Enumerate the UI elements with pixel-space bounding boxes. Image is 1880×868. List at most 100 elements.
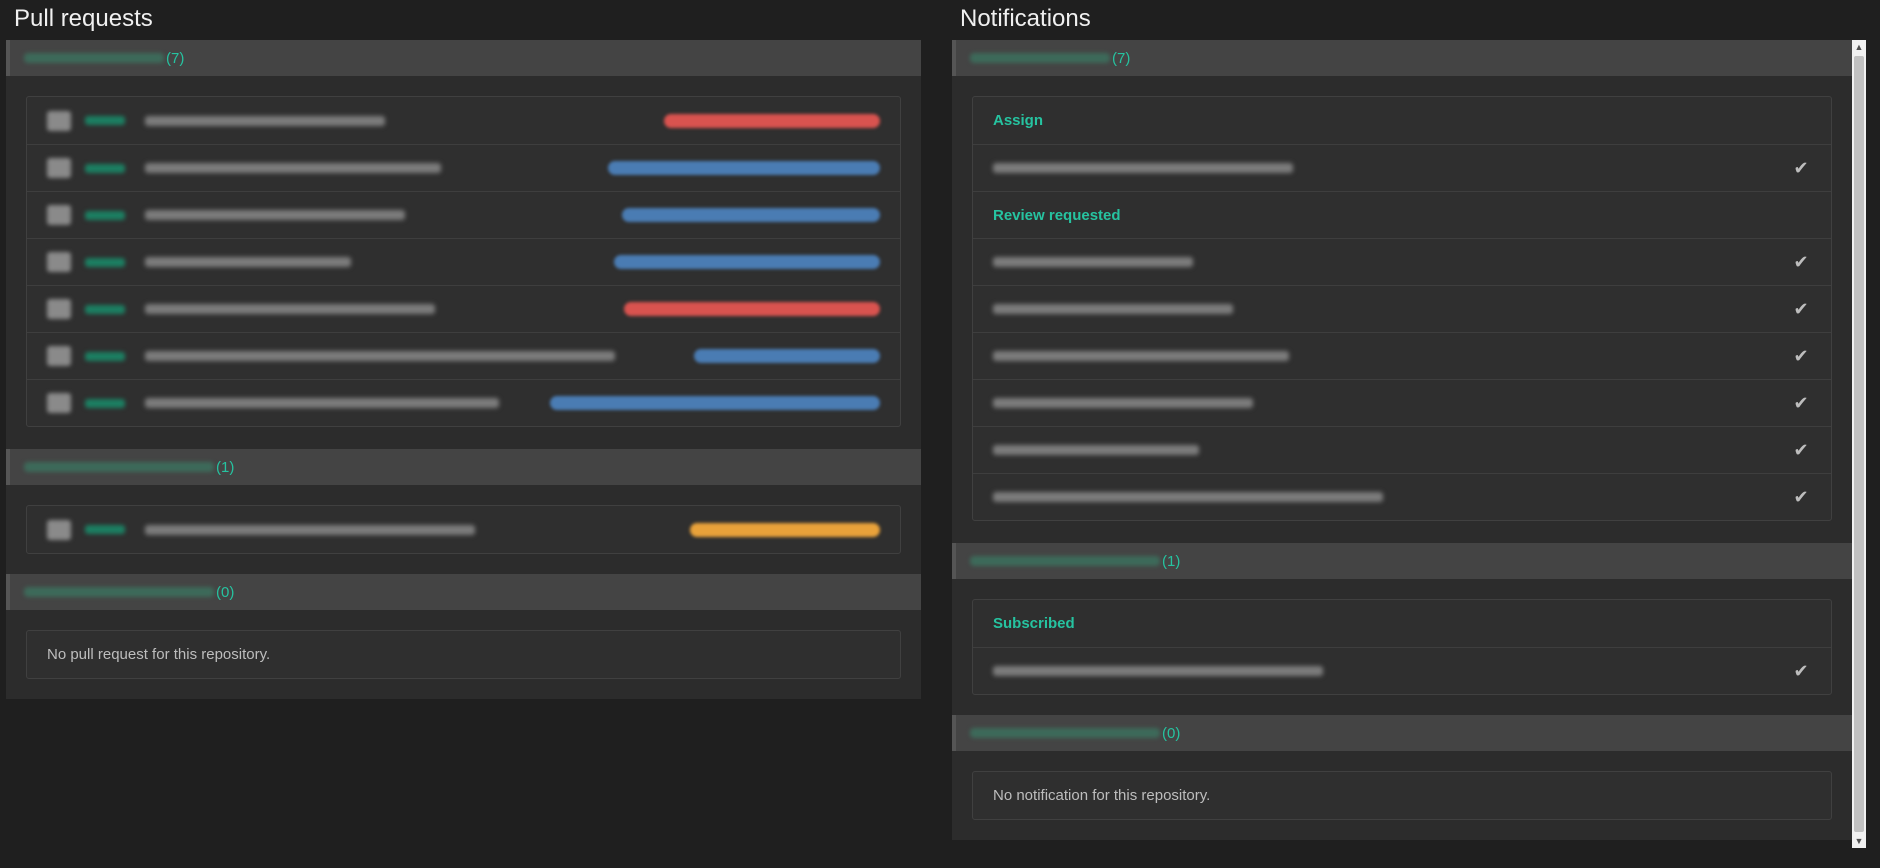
pull-request-title[interactable] xyxy=(145,115,385,126)
pull-request-row[interactable] xyxy=(27,144,900,191)
branch-badge xyxy=(690,522,880,537)
branch-badge xyxy=(622,208,880,222)
check-icon[interactable]: ✔ xyxy=(1791,346,1811,367)
notification-row[interactable]: ✔ xyxy=(973,379,1831,426)
notification-reason-label: Subscribed xyxy=(993,615,1075,632)
repo-header[interactable]: (1) xyxy=(952,543,1852,579)
notification-title[interactable] xyxy=(993,351,1289,361)
branch-badge xyxy=(614,255,880,269)
notification-title[interactable] xyxy=(993,257,1193,267)
pull-request-number[interactable] xyxy=(85,163,125,173)
repo-pr-count: (7) xyxy=(166,49,185,67)
notifications-column: Notifications (7) Assign ✔ Review requeste… xyxy=(952,0,1852,840)
notification-row[interactable]: ✔ xyxy=(973,426,1831,473)
pull-request-title[interactable] xyxy=(145,257,351,267)
notification-title[interactable] xyxy=(993,492,1383,502)
pull-requests-column: Pull requests (7) (1) (0) No pull reques… xyxy=(6,0,921,699)
scrollbar-thumb[interactable] xyxy=(1854,56,1864,832)
repo-name-link[interactable] xyxy=(970,556,1160,566)
notification-row[interactable]: ✔ xyxy=(973,473,1831,520)
author-avatar xyxy=(47,110,71,131)
notification-row[interactable]: ✔ xyxy=(973,647,1831,694)
check-icon[interactable]: ✔ xyxy=(1791,661,1811,682)
author-avatar xyxy=(47,393,71,413)
repo-header[interactable]: (0) xyxy=(952,715,1852,751)
repo-name-link[interactable] xyxy=(24,53,164,63)
empty-notifications-message: No notification for this repository. xyxy=(993,787,1211,804)
repo-header[interactable]: (1) xyxy=(6,449,921,485)
repo-pr-count: (0) xyxy=(216,583,235,601)
pull-request-title[interactable] xyxy=(145,304,435,314)
pull-request-number[interactable] xyxy=(85,116,125,125)
pull-request-row[interactable] xyxy=(27,379,900,426)
notification-reason-label: Assign xyxy=(993,112,1044,129)
pull-request-title[interactable] xyxy=(145,163,441,173)
scroll-down-arrow-icon[interactable]: ▼ xyxy=(1852,834,1866,848)
repo-name-link[interactable] xyxy=(970,53,1110,63)
repo-name-link[interactable] xyxy=(24,587,214,597)
notification-title[interactable] xyxy=(993,163,1293,173)
repo-body xyxy=(6,76,921,449)
pull-request-row[interactable] xyxy=(27,506,900,553)
notification-list: Assign ✔ Review requested ✔ ✔ ✔ ✔ ✔ ✔ xyxy=(972,96,1832,521)
pull-request-number[interactable] xyxy=(85,304,125,314)
pull-requests-title: Pull requests xyxy=(14,5,153,32)
notification-title[interactable] xyxy=(993,398,1253,408)
notifications-title: Notifications xyxy=(960,5,1091,32)
repo-name-link[interactable] xyxy=(24,462,214,472)
branch-badge xyxy=(550,396,880,410)
notification-row[interactable]: ✔ xyxy=(973,144,1831,191)
pull-requests-panel: (7) (1) (0) No pull request for this rep… xyxy=(6,40,921,699)
repo-header[interactable]: (7) xyxy=(6,40,921,76)
pull-request-title[interactable] xyxy=(145,210,405,220)
notification-list: Subscribed ✔ xyxy=(972,599,1832,695)
repo-body: No pull request for this repository. xyxy=(6,610,921,699)
branch-badge xyxy=(624,302,880,316)
pull-request-row[interactable] xyxy=(27,97,900,144)
repo-notification-count: (1) xyxy=(1162,552,1181,570)
notification-list: No notification for this repository. xyxy=(972,771,1832,820)
pull-request-title[interactable] xyxy=(145,398,499,408)
repo-name-link[interactable] xyxy=(970,728,1160,738)
notification-row[interactable]: ✔ xyxy=(973,332,1831,379)
pull-request-row[interactable] xyxy=(27,238,900,285)
check-icon[interactable]: ✔ xyxy=(1791,252,1811,273)
repo-body: Assign ✔ Review requested ✔ ✔ ✔ ✔ ✔ ✔ xyxy=(952,76,1852,543)
pull-request-number[interactable] xyxy=(85,257,125,267)
repo-header[interactable]: (7) xyxy=(952,40,1852,76)
pull-request-row[interactable] xyxy=(27,191,900,238)
check-icon[interactable]: ✔ xyxy=(1791,299,1811,320)
notification-title[interactable] xyxy=(993,304,1233,314)
author-avatar xyxy=(47,519,71,540)
author-avatar xyxy=(47,346,71,366)
repo-body: Subscribed ✔ xyxy=(952,579,1852,715)
repo-notification-count: (0) xyxy=(1162,724,1181,742)
check-icon[interactable]: ✔ xyxy=(1791,158,1811,179)
author-avatar xyxy=(47,252,71,272)
repo-pr-count: (1) xyxy=(216,458,235,476)
notification-title[interactable] xyxy=(993,666,1323,676)
repo-body xyxy=(6,485,921,574)
notification-row[interactable]: ✔ xyxy=(973,238,1831,285)
pull-request-number[interactable] xyxy=(85,398,125,408)
notifications-scrollbar[interactable]: ▲ ▼ xyxy=(1852,40,1866,848)
pull-request-title[interactable] xyxy=(145,524,475,535)
notification-row[interactable]: ✔ xyxy=(973,285,1831,332)
branch-badge xyxy=(608,161,880,175)
pull-request-number[interactable] xyxy=(85,210,125,220)
branch-badge xyxy=(694,349,880,363)
author-avatar xyxy=(47,299,71,319)
scroll-up-arrow-icon[interactable]: ▲ xyxy=(1852,40,1866,54)
check-icon[interactable]: ✔ xyxy=(1791,487,1811,508)
pull-request-title[interactable] xyxy=(145,351,615,361)
pull-request-row[interactable] xyxy=(27,332,900,379)
repo-header[interactable]: (0) xyxy=(6,574,921,610)
check-icon[interactable]: ✔ xyxy=(1791,440,1811,461)
check-icon[interactable]: ✔ xyxy=(1791,393,1811,414)
pull-request-number[interactable] xyxy=(85,525,125,534)
pull-request-list xyxy=(26,505,901,554)
pull-request-row[interactable] xyxy=(27,285,900,332)
notification-title[interactable] xyxy=(993,445,1199,455)
notifications-panel: (7) Assign ✔ Review requested ✔ ✔ ✔ ✔ ✔ ✔ (1) Su… xyxy=(952,40,1852,840)
pull-request-number[interactable] xyxy=(85,351,125,361)
